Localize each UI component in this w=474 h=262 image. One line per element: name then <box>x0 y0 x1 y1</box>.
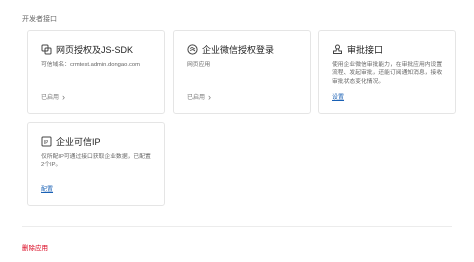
card-status[interactable]: 已启用 › <box>41 92 65 101</box>
svg-text:IP: IP <box>44 140 49 146</box>
card-wechat-login[interactable]: 企业微信授权登录 网页应用 已启用 › <box>173 30 311 114</box>
status-label: 已启用 <box>41 95 60 101</box>
card-approval-api: 审批接口 使用企业微信审批能力，在审批应用内设置流程、发起审批，还能订阅通知消息… <box>318 30 456 114</box>
status-label: 已启用 <box>187 95 206 101</box>
card-status[interactable]: 已启用 › <box>187 92 211 101</box>
delete-app-link[interactable]: 删除应用 <box>22 242 48 252</box>
configure-link[interactable]: 配置 <box>41 184 53 193</box>
ip-icon: IP <box>41 136 52 147</box>
card-desc: 仅所配IP可通过接口获取企业数据，已配置2个IP。 <box>41 154 151 169</box>
settings-link[interactable]: 设置 <box>332 92 344 101</box>
card-title: 企业可信IP <box>56 137 101 147</box>
card-title: 网页授权及JS-SDK <box>56 45 134 55</box>
card-title: 企业微信授权登录 <box>202 45 275 55</box>
divider <box>22 226 452 227</box>
wechat-icon <box>187 44 198 55</box>
card-desc: 使用企业微信审批能力，在审批应用内设置流程、发起审批，还能订阅通知消息，接收审批… <box>332 62 443 85</box>
chevron-right-icon: › <box>208 91 212 102</box>
card-trusted-ip: IP 企业可信IP 仅所配IP可通过接口获取企业数据，已配置2个IP。 配置 <box>27 122 165 206</box>
chevron-right-icon: › <box>62 91 66 102</box>
stamp-icon <box>332 44 343 55</box>
card-title: 审批接口 <box>347 45 384 55</box>
card-desc: 网页应用 <box>187 62 211 68</box>
card-desc: 可信域名：crmtest.admin.dongao.com <box>41 62 140 68</box>
card-web-auth[interactable]: 网页授权及JS-SDK 可信域名：crmtest.admin.dongao.co… <box>27 30 165 114</box>
section-title: 开发者接口 <box>22 16 57 23</box>
link-icon <box>41 44 52 55</box>
